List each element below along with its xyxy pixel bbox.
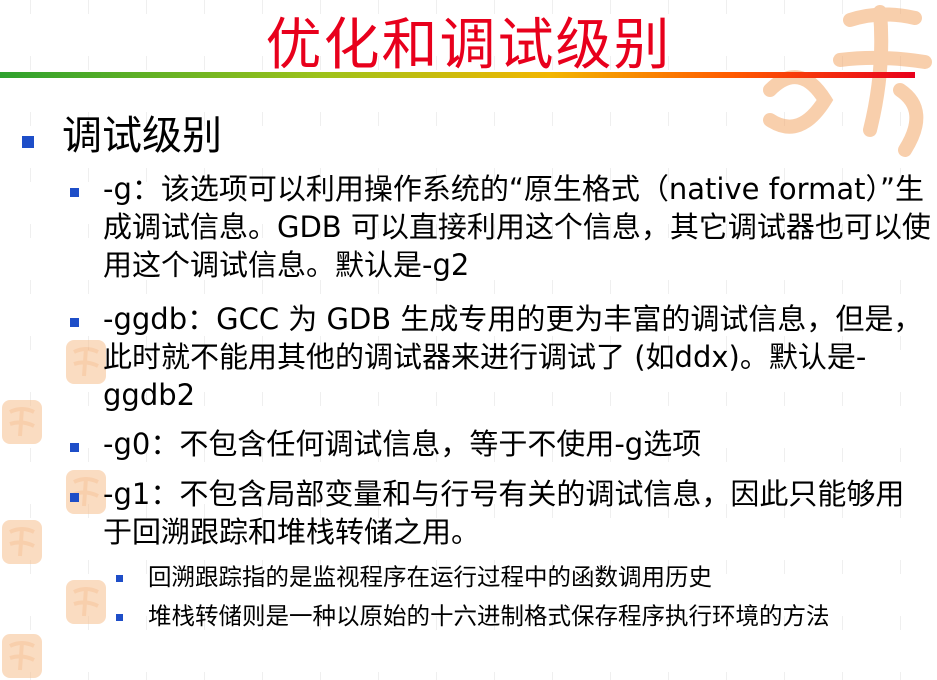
bullet-icon: [22, 136, 34, 148]
seal-decoration-1: [66, 340, 106, 384]
seal-decoration-3: [66, 470, 106, 514]
seal-decoration-6: [2, 634, 42, 678]
bullet-icon: [70, 493, 79, 502]
list-item-g: -g：该选项可以利用操作系统的“原生格式（native format）”生成调试…: [103, 172, 931, 282]
section-heading: 调试级别: [62, 113, 222, 159]
bullet-icon: [116, 614, 123, 621]
seal-decoration-5: [66, 580, 106, 624]
title-underline: [0, 72, 915, 78]
list-item-g0: -g0：不包含任何调试信息，等于不使用-g选项: [103, 427, 702, 461]
bullet-icon: [70, 443, 79, 452]
seal-decoration-2: [2, 400, 42, 444]
bullet-icon: [116, 575, 123, 582]
list-item-ggdb: -ggdb：GCC 为 GDB 生成专用的更为丰富的调试信息，但是，此时就不能用…: [103, 302, 923, 412]
sub-item-backtrace: 回溯跟踪指的是监视程序在运行过程中的函数调用历史: [148, 563, 712, 591]
bullet-icon: [70, 188, 79, 197]
bullet-icon: [70, 318, 79, 327]
list-item-g1: -g1：不包含局部变量和与行号有关的调试信息，因此只能够用于回溯跟踪和堆栈转储之…: [103, 477, 905, 549]
seal-decoration-4: [2, 520, 42, 564]
sub-item-stack-dump: 堆栈转储则是一种以原始的十六进制格式保存程序执行环境的方法: [148, 602, 830, 630]
